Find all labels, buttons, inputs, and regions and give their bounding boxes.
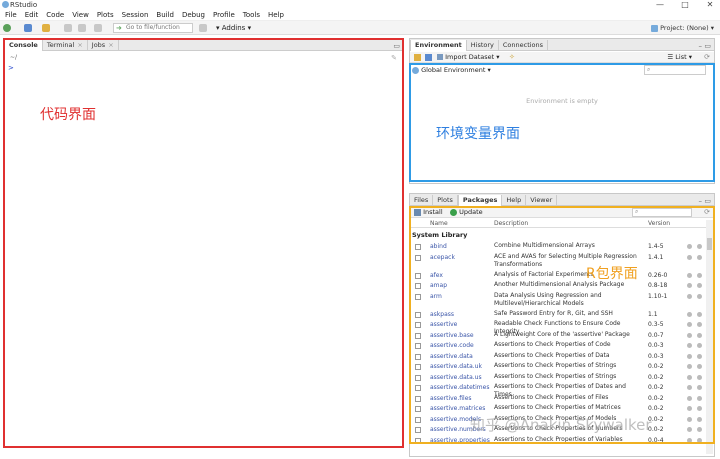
menu-help[interactable]: Help bbox=[268, 10, 284, 21]
minimize-pane-icon[interactable]: – bbox=[699, 42, 703, 50]
tab-viewer[interactable]: Viewer bbox=[526, 195, 558, 206]
project-icon bbox=[651, 24, 659, 32]
project-menu[interactable]: Project: (None) ▾ bbox=[651, 24, 714, 32]
window-title: RStudio bbox=[10, 1, 38, 9]
goto-file-input[interactable]: ➜ Go to file/function bbox=[113, 23, 193, 33]
tab-environment-label: Environment bbox=[415, 41, 462, 49]
menu-bar: File Edit Code View Plots Session Build Debug Pr… bbox=[0, 10, 720, 21]
tab-packages[interactable]: Packages bbox=[457, 195, 503, 206]
files-tabstrip: Files Plots Packages Help Viewer – ▭ bbox=[410, 194, 714, 206]
tab-files-label: Files bbox=[414, 196, 429, 204]
menu-code[interactable]: Code bbox=[46, 10, 64, 21]
env-tabstrip: Environment History Connections – ▭ bbox=[410, 39, 714, 51]
table-icon bbox=[437, 54, 443, 60]
grid-layout-icon[interactable] bbox=[199, 24, 207, 32]
watermark: 知乎 @Anakin Skywalker bbox=[470, 416, 652, 434]
new-file-icon[interactable] bbox=[3, 24, 11, 32]
import-dataset-button[interactable]: Import Dataset ▾ bbox=[437, 53, 500, 61]
tab-history-label: History bbox=[470, 41, 494, 49]
menu-debug[interactable]: Debug bbox=[182, 10, 205, 21]
tab-viewer-label: Viewer bbox=[530, 196, 553, 204]
tab-packages-label: Packages bbox=[462, 196, 498, 204]
menu-view[interactable]: View bbox=[72, 10, 89, 21]
tab-plots[interactable]: Plots bbox=[433, 195, 458, 206]
tab-history[interactable]: History bbox=[467, 40, 499, 51]
tab-plots-label: Plots bbox=[437, 196, 453, 204]
new-project-icon[interactable] bbox=[24, 24, 32, 32]
addins-button[interactable]: ▾ Addins ▾ bbox=[216, 24, 251, 32]
env-toolbar: Import Dataset ▾ ✧ ☰ List ▾ ⟳ bbox=[410, 52, 714, 63]
maximize-button[interactable]: □ bbox=[675, 0, 695, 10]
tab-help[interactable]: Help bbox=[502, 195, 527, 206]
menu-file[interactable]: File bbox=[5, 10, 17, 21]
addins-label: Addins bbox=[221, 24, 246, 32]
save-all-icon[interactable] bbox=[78, 24, 86, 32]
title-bar: RStudio — □ ✕ bbox=[0, 0, 720, 10]
print-icon[interactable] bbox=[94, 24, 102, 32]
pkg-area-highlight bbox=[409, 206, 715, 444]
goto-placeholder: Go to file/function bbox=[126, 24, 180, 31]
close-button[interactable]: ✕ bbox=[700, 0, 720, 10]
list-label: List bbox=[675, 53, 687, 61]
tab-environment[interactable]: Environment bbox=[410, 40, 467, 51]
menu-tools[interactable]: Tools bbox=[243, 10, 260, 21]
refresh-icon[interactable]: ⟳ bbox=[704, 53, 710, 61]
save-icon[interactable] bbox=[64, 24, 72, 32]
minimize-button[interactable]: — bbox=[650, 0, 670, 10]
pkg-annotation: R包界面 bbox=[586, 266, 638, 282]
menu-session[interactable]: Session bbox=[122, 10, 149, 21]
import-dataset-label: Import Dataset bbox=[445, 53, 495, 61]
rstudio-logo-icon bbox=[2, 1, 9, 8]
tab-connections[interactable]: Connections bbox=[499, 40, 549, 51]
menu-plots[interactable]: Plots bbox=[97, 10, 114, 21]
minimize-pane-icon[interactable]: – bbox=[699, 197, 703, 205]
maximize-pane-icon[interactable]: ▭ bbox=[704, 42, 711, 50]
tab-connections-label: Connections bbox=[502, 41, 544, 49]
menu-build[interactable]: Build bbox=[156, 10, 174, 21]
open-file-icon[interactable] bbox=[42, 24, 50, 32]
env-annotation: 环境变量界面 bbox=[436, 126, 520, 142]
maximize-pane-icon[interactable]: ▭ bbox=[704, 197, 711, 205]
menu-profile[interactable]: Profile bbox=[213, 10, 235, 21]
goto-arrow-icon: ➜ bbox=[116, 24, 122, 32]
tab-help-label: Help bbox=[506, 196, 522, 204]
broom-icon[interactable]: ✧ bbox=[509, 53, 515, 61]
main-toolbar: ➜ Go to file/function ▾ Addins ▾ Project… bbox=[0, 21, 720, 35]
tab-files[interactable]: Files bbox=[410, 195, 434, 206]
menu-edit[interactable]: Edit bbox=[25, 10, 39, 21]
save-workspace-icon[interactable] bbox=[425, 54, 432, 61]
code-area-highlight bbox=[3, 38, 404, 448]
code-annotation: 代码界面 bbox=[40, 107, 96, 123]
list-view-dropdown[interactable]: ☰ List ▾ bbox=[667, 53, 692, 61]
project-label: Project: (None) bbox=[660, 24, 709, 32]
load-workspace-icon[interactable] bbox=[414, 54, 421, 61]
